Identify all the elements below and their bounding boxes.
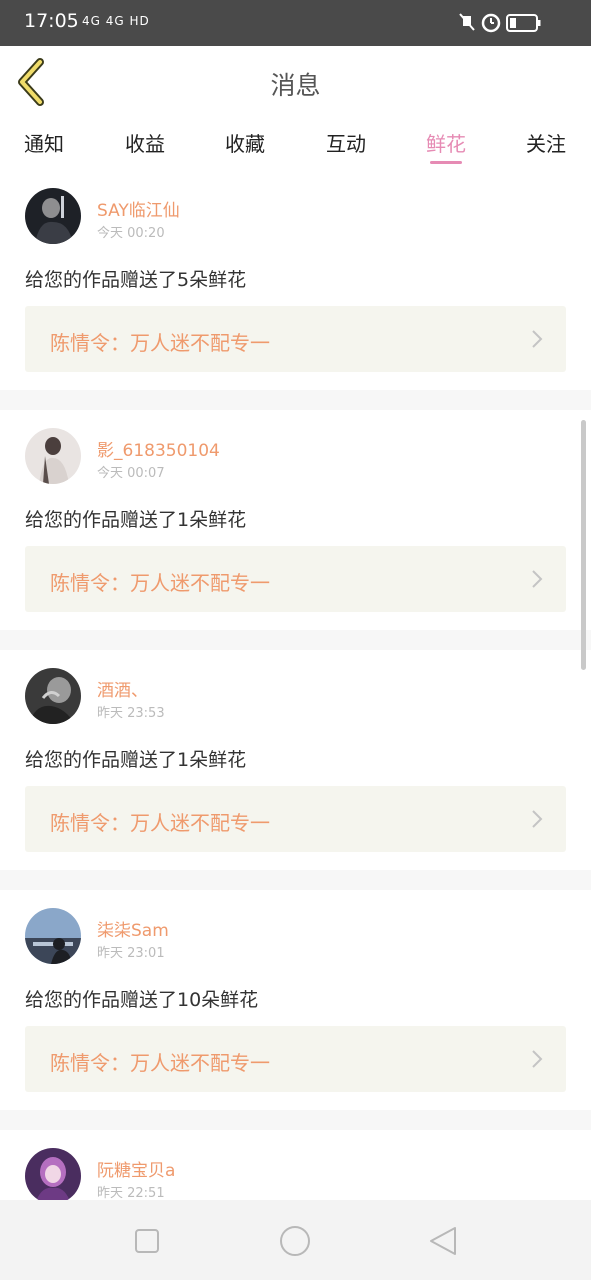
timestamp: 今天 00:20 (97, 226, 165, 241)
avatar[interactable] (25, 908, 81, 964)
work-link[interactable]: 陈情令：万人迷不配专一 (25, 306, 566, 372)
home-button[interactable] (275, 1222, 315, 1262)
sender-name[interactable]: 影_618350104 (97, 436, 220, 461)
status-time: 17:05 (24, 10, 79, 32)
list-item: 柒柒Sam 昨天 23:01 给您的作品赠送了10朵鲜花 陈情令：万人迷不配专一 (0, 890, 591, 1110)
square-icon (135, 1229, 159, 1253)
gift-message: 给您的作品赠送了1朵鲜花 (25, 749, 247, 771)
timestamp: 昨天 22:51 (97, 1186, 165, 1201)
sender-name[interactable]: 柒柒Sam (97, 916, 169, 941)
list-item: SAY临江仙 今天 00:20 给您的作品赠送了5朵鲜花 陈情令：万人迷不配专一 (0, 170, 591, 390)
tab-flowers[interactable]: 鲜花 (406, 128, 486, 157)
timestamp: 昨天 23:53 (97, 706, 165, 721)
chevron-right-icon (532, 330, 543, 348)
avatar[interactable] (25, 428, 81, 484)
recent-apps-button[interactable] (127, 1222, 167, 1262)
work-title: 陈情令：万人迷不配专一 (50, 571, 270, 595)
gift-message: 给您的作品赠送了10朵鲜花 (25, 989, 259, 1011)
avatar[interactable] (25, 668, 81, 724)
timestamp: 昨天 23:01 (97, 946, 165, 961)
work-link[interactable]: 陈情令：万人迷不配专一 (25, 786, 566, 852)
work-title: 陈情令：万人迷不配专一 (50, 1051, 270, 1075)
avatar[interactable] (25, 188, 81, 244)
sender-name[interactable]: 酒酒、 (97, 676, 148, 701)
system-nav-bar (0, 1200, 591, 1280)
app-header: 消息 (0, 46, 591, 119)
back-nav-button[interactable] (423, 1222, 463, 1262)
page-title: 消息 (270, 71, 321, 100)
work-link[interactable]: 陈情令：万人迷不配专一 (25, 546, 566, 612)
work-title: 陈情令：万人迷不配专一 (50, 331, 270, 355)
circle-icon (280, 1226, 310, 1256)
tab-follow[interactable]: 关注 (506, 128, 586, 157)
list-item: 酒酒、 昨天 23:53 给您的作品赠送了1朵鲜花 陈情令：万人迷不配专一 (0, 650, 591, 870)
timestamp: 今天 00:07 (97, 466, 165, 481)
tab-favorites[interactable]: 收藏 (205, 128, 285, 157)
active-tab-indicator (430, 161, 462, 164)
chevron-right-icon (532, 570, 543, 588)
triangle-back-icon (430, 1227, 456, 1255)
work-link[interactable]: 陈情令：万人迷不配专一 (25, 1026, 566, 1092)
tab-earnings[interactable]: 收益 (105, 128, 185, 157)
mute-icon (459, 13, 475, 31)
chevron-right-icon (532, 1050, 543, 1068)
alarm-icon (481, 13, 501, 33)
sender-name[interactable]: SAY临江仙 (97, 196, 180, 221)
avatar[interactable] (25, 1148, 81, 1204)
tab-bar: 通知 收益 收藏 互动 鲜花 关注 (0, 118, 591, 170)
gift-message: 给您的作品赠送了1朵鲜花 (25, 509, 247, 531)
work-title: 陈情令：万人迷不配专一 (50, 811, 270, 835)
tab-notice[interactable]: 通知 (4, 128, 84, 157)
scrollbar[interactable] (581, 420, 586, 670)
list-item: 阮糖宝贝a 昨天 22:51 (0, 1130, 591, 1204)
tab-interactions[interactable]: 互动 (306, 128, 386, 157)
status-icons (459, 13, 541, 33)
chevron-right-icon (532, 810, 543, 828)
gift-message: 给您的作品赠送了5朵鲜花 (25, 269, 247, 291)
battery-icon (506, 14, 541, 32)
network-indicator: 4G 4G HD (82, 14, 150, 28)
status-bar: 17:05 4G 4G HD (0, 0, 591, 46)
list-item: 影_618350104 今天 00:07 给您的作品赠送了1朵鲜花 陈情令：万人… (0, 410, 591, 630)
sender-name[interactable]: 阮糖宝贝a (97, 1156, 175, 1181)
